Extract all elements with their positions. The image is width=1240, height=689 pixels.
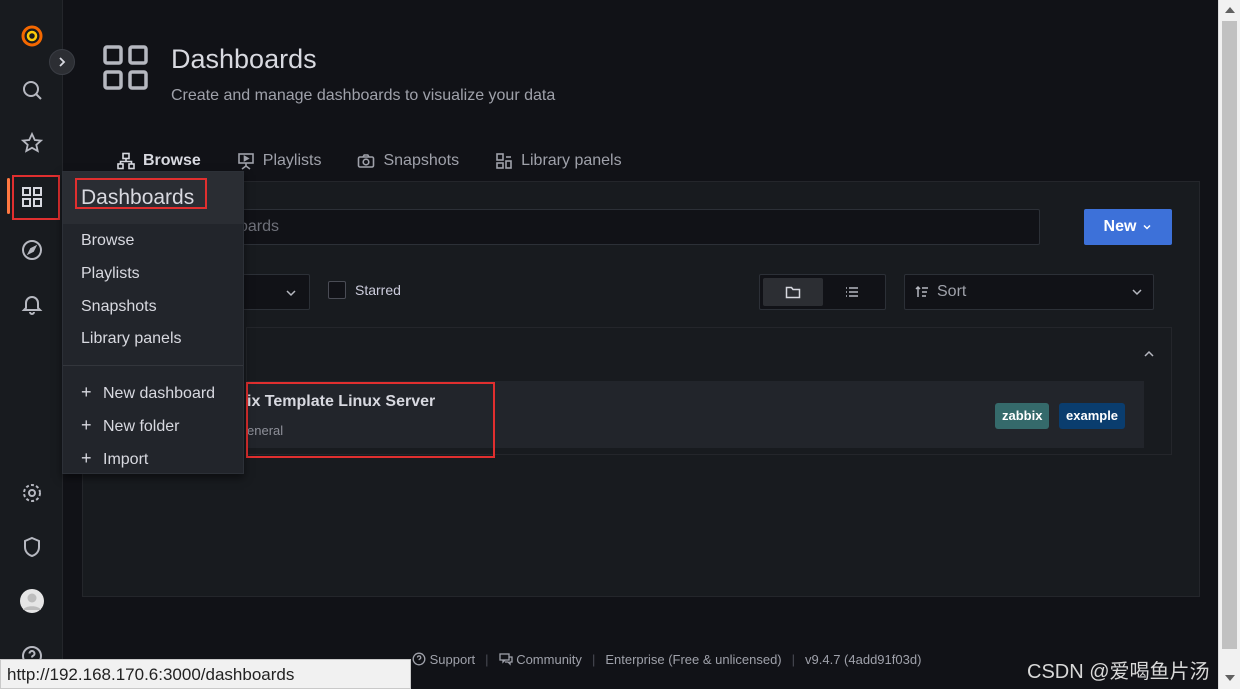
action-label: New folder <box>103 418 180 435</box>
view-toggle <box>759 274 886 310</box>
action-label: New dashboard <box>103 385 216 402</box>
footer-support[interactable]: Support <box>412 652 475 667</box>
tag-filter-select[interactable] <box>240 274 310 310</box>
dashboards-page-icon <box>102 44 150 92</box>
chevron-right-icon <box>59 57 66 67</box>
list-view-button[interactable] <box>823 278 883 306</box>
new-button[interactable]: New <box>1084 209 1172 245</box>
watermark: CSDN @爱喝鱼片汤 <box>1027 661 1210 683</box>
chevron-down-icon <box>1143 224 1151 230</box>
shield-icon[interactable] <box>16 531 48 563</box>
divider <box>63 365 243 366</box>
settings-icon[interactable] <box>16 477 48 509</box>
starred-checkbox[interactable] <box>328 281 346 299</box>
sort-select[interactable]: Sort <box>904 274 1154 310</box>
dashboard-title[interactable]: ix Template Linux Server <box>247 393 435 411</box>
new-button-label: New <box>1103 218 1137 235</box>
separator: | <box>591 652 596 667</box>
dashboard-list-item[interactable]: ix Template Linux Server eneral zabbix e… <box>247 381 1144 448</box>
flyout-title[interactable]: Dashboards <box>81 186 194 210</box>
tab-label: Library panels <box>521 152 622 169</box>
scrollbar-thumb[interactable] <box>1222 21 1237 649</box>
library-icon <box>496 153 512 169</box>
browser-status-url: http://192.168.170.6:3000/dashboards <box>0 659 411 689</box>
footer: Support | Community | Enterprise (Free &… <box>412 652 921 667</box>
scroll-up-arrow-icon[interactable] <box>1225 7 1235 13</box>
tab-label: Playlists <box>262 152 322 169</box>
starred-label: Starred <box>355 282 401 298</box>
search-icon[interactable] <box>16 74 48 106</box>
plus-icon: + <box>81 415 92 435</box>
tab-label: Snapshots <box>383 152 460 169</box>
action-label: Import <box>103 451 149 468</box>
folder-view-button[interactable] <box>763 278 823 306</box>
chevron-down-icon <box>286 290 296 297</box>
flyout-item-playlists[interactable]: Playlists <box>81 265 140 283</box>
tab-playlists[interactable]: Playlists <box>237 148 322 174</box>
alerting-icon[interactable] <box>16 288 48 320</box>
presentation-icon <box>237 153 254 170</box>
camera-icon <box>358 154 375 168</box>
plus-icon: + <box>81 382 92 402</box>
folder-icon <box>785 286 800 299</box>
tag-example[interactable]: example <box>1059 403 1126 429</box>
tab-label: Browse <box>143 152 201 169</box>
footer-edition[interactable]: Enterprise (Free & unlicensed) <box>605 652 781 667</box>
flyout-item-snapshots[interactable]: Snapshots <box>81 298 157 316</box>
scroll-down-arrow-icon[interactable] <box>1225 675 1235 681</box>
tab-library-panels[interactable]: Library panels <box>495 148 622 174</box>
help-icon <box>412 652 426 666</box>
sort-icon <box>915 285 928 297</box>
footer-support-label: Support <box>429 652 476 667</box>
expand-menu-button[interactable] <box>49 49 75 75</box>
dashboards-flyout-menu: Dashboards Browse Playlists Snapshots Li… <box>62 171 244 474</box>
page-title: Dashboards <box>171 44 317 74</box>
sort-label: Sort <box>937 283 967 300</box>
separator: | <box>485 652 489 667</box>
general-folder-section: ix Template Linux Server eneral zabbix e… <box>246 327 1172 455</box>
star-icon[interactable] <box>16 127 48 159</box>
flyout-item-browse[interactable]: Browse <box>81 232 134 250</box>
list-icon <box>846 287 859 297</box>
avatar[interactable] <box>16 585 48 617</box>
page-subtitle: Create and manage dashboards to visualiz… <box>171 87 556 104</box>
dashboard-folder: eneral <box>247 423 284 438</box>
comments-icon <box>498 653 513 666</box>
flyout-item-library-panels[interactable]: Library panels <box>81 330 182 348</box>
flyout-item-new-folder[interactable]: + New folder <box>81 415 179 436</box>
footer-community-label: Community <box>516 652 582 667</box>
explore-icon[interactable] <box>16 234 48 266</box>
flyout-header: Dashboards <box>63 172 243 224</box>
sidebar <box>0 0 63 689</box>
hierarchy-icon <box>117 152 135 170</box>
footer-version: v9.4.7 (4add91f03d) <box>805 652 922 667</box>
vertical-scrollbar[interactable] <box>1218 0 1240 689</box>
search-input[interactable]: oards <box>220 209 1040 245</box>
flyout-item-new-dashboard[interactable]: + New dashboard <box>81 382 215 403</box>
dashboards-icon[interactable] <box>16 181 48 213</box>
active-indicator <box>7 178 10 214</box>
tab-snapshots[interactable]: Snapshots <box>357 148 459 174</box>
separator: | <box>791 652 796 667</box>
chevron-down-icon <box>1132 289 1142 296</box>
grafana-logo-icon[interactable] <box>16 20 48 52</box>
chevron-up-icon[interactable] <box>1143 348 1155 360</box>
plus-icon: + <box>81 448 92 468</box>
flyout-item-import[interactable]: + Import <box>81 448 148 469</box>
footer-community[interactable]: Community <box>498 652 582 667</box>
tag-zabbix[interactable]: zabbix <box>995 403 1050 429</box>
